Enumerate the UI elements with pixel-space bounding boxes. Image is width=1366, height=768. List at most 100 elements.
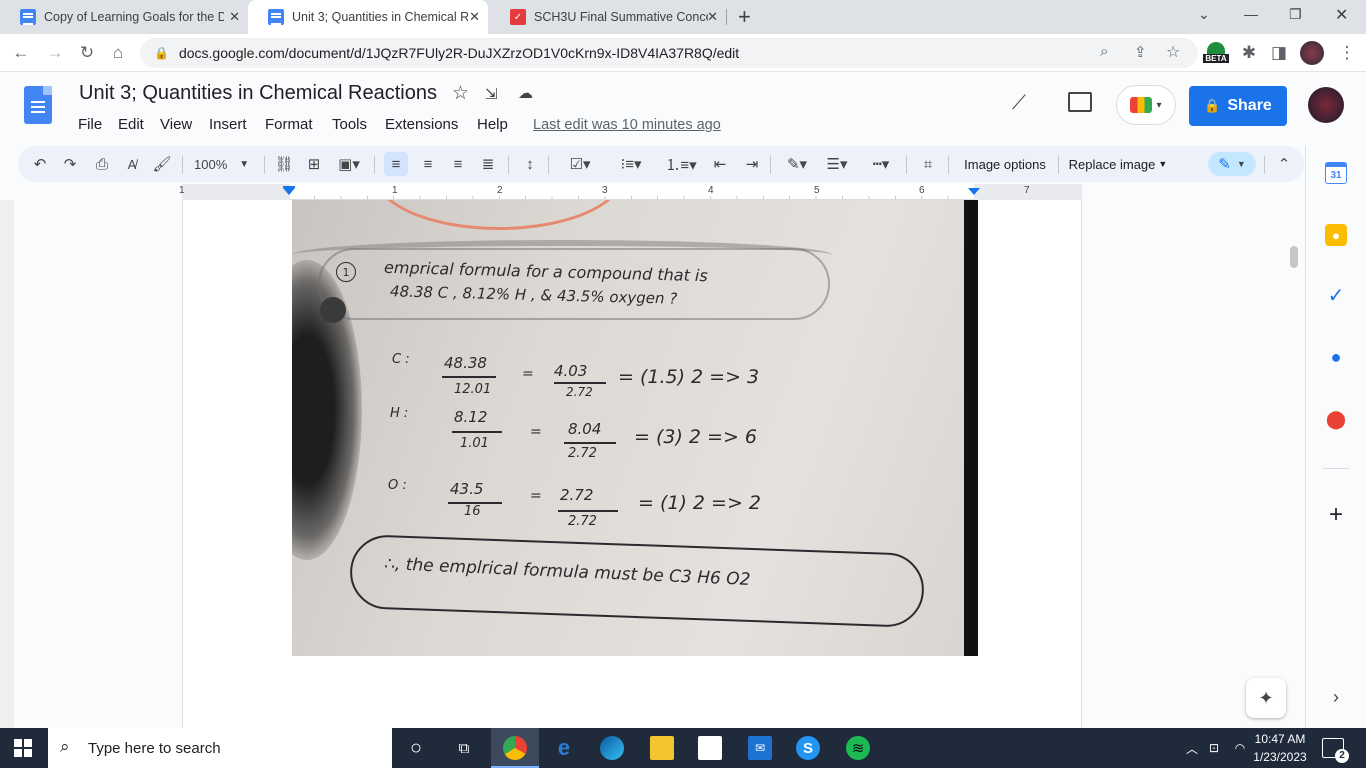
menu-insert[interactable]: Insert bbox=[209, 116, 247, 133]
tab-learning-goals[interactable]: Copy of Learning Goals for the D ✕ bbox=[0, 0, 248, 34]
forward-icon[interactable]: → bbox=[42, 40, 68, 66]
taskbar-search-box[interactable]: ⌕ Type here to search bbox=[48, 728, 392, 768]
side-panel-icon[interactable]: ◨ bbox=[1266, 40, 1292, 66]
keep-icon[interactable]: ● bbox=[1325, 224, 1347, 246]
insert-link-icon[interactable]: ⛓ bbox=[272, 152, 296, 176]
embedded-handwriting-image[interactable]: 1 emprical formula for a compound that i… bbox=[292, 200, 978, 656]
increase-indent-icon[interactable]: ⇥ bbox=[740, 152, 764, 176]
right-indent-marker[interactable] bbox=[968, 188, 980, 195]
border-weight-icon[interactable]: ☰▾ bbox=[820, 152, 854, 176]
editing-mode-button[interactable]: ✎ ▼ bbox=[1208, 152, 1256, 176]
ie-icon[interactable]: e bbox=[552, 735, 576, 760]
network-warning-icon[interactable]: ⊡ bbox=[1202, 736, 1226, 760]
address-bar[interactable]: 🔒 docs.google.com/document/d/1JQzR7FUly2… bbox=[140, 38, 1198, 68]
notification-center-icon[interactable]: 2 bbox=[1322, 738, 1349, 763]
back-icon[interactable]: ← bbox=[8, 40, 34, 66]
restore-icon[interactable]: ❐ bbox=[1289, 6, 1302, 23]
file-explorer-icon[interactable] bbox=[650, 736, 674, 760]
profile-avatar[interactable] bbox=[1300, 41, 1324, 65]
spellcheck-icon[interactable]: A̸ bbox=[120, 152, 144, 176]
decrease-indent-icon[interactable]: ⇤ bbox=[708, 152, 732, 176]
checklist-icon[interactable]: ☑▾ bbox=[558, 152, 602, 176]
add-comment-icon[interactable]: ⊞ bbox=[302, 152, 326, 176]
task-view-icon[interactable]: ⧉ bbox=[452, 736, 476, 760]
image-options-button[interactable]: Image options bbox=[960, 152, 1050, 176]
first-line-indent-marker[interactable] bbox=[283, 186, 295, 188]
zoom-select[interactable]: 100% ▼ bbox=[194, 152, 258, 176]
bulleted-list-icon[interactable]: ⁝≡▾ bbox=[610, 152, 652, 176]
window-close-icon[interactable]: ✕ bbox=[1335, 5, 1348, 25]
tab-unit3[interactable]: Unit 3; Quantities in Chemical Re ✕ bbox=[248, 0, 488, 34]
menu-help[interactable]: Help bbox=[477, 116, 508, 133]
windows-start-icon[interactable] bbox=[14, 739, 32, 757]
show-side-panel-chevron-icon[interactable]: › bbox=[1325, 686, 1347, 708]
justify-icon[interactable]: ≣ bbox=[476, 152, 500, 176]
home-icon[interactable]: ⌂ bbox=[105, 40, 131, 66]
skype-icon[interactable]: S bbox=[796, 736, 820, 760]
tab-search-icon[interactable]: ⌄ bbox=[1198, 6, 1210, 23]
redo-icon[interactable]: ↷ bbox=[58, 152, 82, 176]
align-center-icon[interactable]: ≡ bbox=[416, 152, 440, 176]
close-tab-icon[interactable]: ✕ bbox=[707, 9, 718, 25]
edge-icon[interactable] bbox=[600, 736, 624, 760]
left-indent-marker[interactable] bbox=[283, 188, 295, 195]
menu-view[interactable]: View bbox=[160, 116, 192, 133]
beta-extension-icon[interactable]: BETA bbox=[1203, 42, 1229, 64]
star-icon[interactable]: ☆ bbox=[452, 82, 469, 105]
docs-logo-icon[interactable] bbox=[24, 86, 52, 124]
vertical-scrollbar-thumb[interactable] bbox=[1290, 246, 1298, 268]
menu-edit[interactable]: Edit bbox=[118, 116, 144, 133]
comments-icon[interactable] bbox=[1068, 92, 1092, 112]
bookmark-star-icon[interactable]: ☆ bbox=[1166, 42, 1180, 62]
contacts-icon[interactable]: ● bbox=[1325, 346, 1347, 368]
extensions-puzzle-icon[interactable]: ✱ bbox=[1236, 40, 1262, 66]
border-color-icon[interactable]: ✎▾ bbox=[780, 152, 814, 176]
account-avatar[interactable] bbox=[1308, 87, 1344, 123]
paint-format-icon[interactable]: 🖌 bbox=[150, 152, 174, 176]
system-clock[interactable]: 10:47 AM 1/23/2023 bbox=[1250, 730, 1310, 766]
menu-tools[interactable]: Tools bbox=[332, 116, 367, 133]
align-left-icon[interactable]: ≡ bbox=[384, 152, 408, 176]
print-icon[interactable]: ⎙ bbox=[90, 152, 114, 176]
add-addon-icon[interactable]: + bbox=[1325, 501, 1347, 528]
share-page-icon[interactable]: ⇪ bbox=[1134, 43, 1147, 61]
border-dash-icon[interactable]: ┅▾ bbox=[862, 152, 900, 176]
activity-trend-icon[interactable]: ⟋ bbox=[1012, 92, 1026, 115]
align-right-icon[interactable]: ≡ bbox=[446, 152, 470, 176]
calendar-icon[interactable]: 31 bbox=[1325, 162, 1347, 184]
explore-assistant-icon[interactable]: ✦ bbox=[1246, 678, 1286, 718]
zoom-icon[interactable]: ⌕ bbox=[1100, 43, 1108, 60]
replace-image-button[interactable]: Replace image ▼ bbox=[1068, 152, 1168, 176]
line-spacing-icon[interactable]: ↕ bbox=[518, 152, 542, 176]
new-tab-button[interactable]: + bbox=[738, 4, 751, 30]
move-folder-icon[interactable]: ⇲ bbox=[485, 85, 498, 103]
maps-icon[interactable]: ⬤ bbox=[1325, 408, 1347, 430]
store-icon[interactable] bbox=[698, 736, 722, 760]
undo-icon[interactable]: ↶ bbox=[28, 152, 52, 176]
chrome-taskbar-app[interactable] bbox=[491, 728, 539, 768]
insert-image-icon[interactable]: ▣▾ bbox=[332, 152, 366, 176]
cloud-saved-icon[interactable]: ☁ bbox=[518, 84, 533, 102]
show-hidden-icons-icon[interactable]: ︿ bbox=[1180, 736, 1204, 760]
reload-icon[interactable]: ↻ bbox=[74, 40, 100, 66]
menu-file[interactable]: File bbox=[78, 116, 102, 133]
menu-format[interactable]: Format bbox=[265, 116, 313, 133]
tasks-icon[interactable]: ✓ bbox=[1325, 284, 1347, 307]
chrome-menu-icon[interactable]: ⋮ bbox=[1334, 40, 1360, 66]
document-page[interactable]: 1 emprical formula for a compound that i… bbox=[182, 200, 1082, 728]
menu-extensions[interactable]: Extensions bbox=[385, 116, 458, 133]
tab-sch3u[interactable]: ✓ SCH3U Final Summative Concept ✕ bbox=[490, 0, 726, 34]
minimize-icon[interactable]: — bbox=[1244, 6, 1258, 22]
meet-button[interactable]: ▾ bbox=[1116, 85, 1176, 125]
mail-icon[interactable]: ✉ bbox=[748, 736, 772, 760]
spotify-icon[interactable]: ≋ bbox=[846, 736, 870, 760]
collapse-menus-icon[interactable]: ⌃ bbox=[1272, 152, 1296, 176]
cortana-icon[interactable]: ○ bbox=[404, 736, 428, 760]
close-tab-icon[interactable]: ✕ bbox=[469, 9, 480, 25]
last-edit-link[interactable]: Last edit was 10 minutes ago bbox=[533, 117, 721, 133]
numbered-list-icon[interactable]: ⒈≡▾ bbox=[660, 152, 702, 176]
document-title[interactable]: Unit 3; Quantities in Chemical Reactions bbox=[79, 82, 437, 105]
close-tab-icon[interactable]: ✕ bbox=[229, 9, 240, 25]
crop-icon[interactable]: ⌗ bbox=[916, 152, 940, 176]
share-button[interactable]: 🔒 Share bbox=[1189, 86, 1287, 126]
